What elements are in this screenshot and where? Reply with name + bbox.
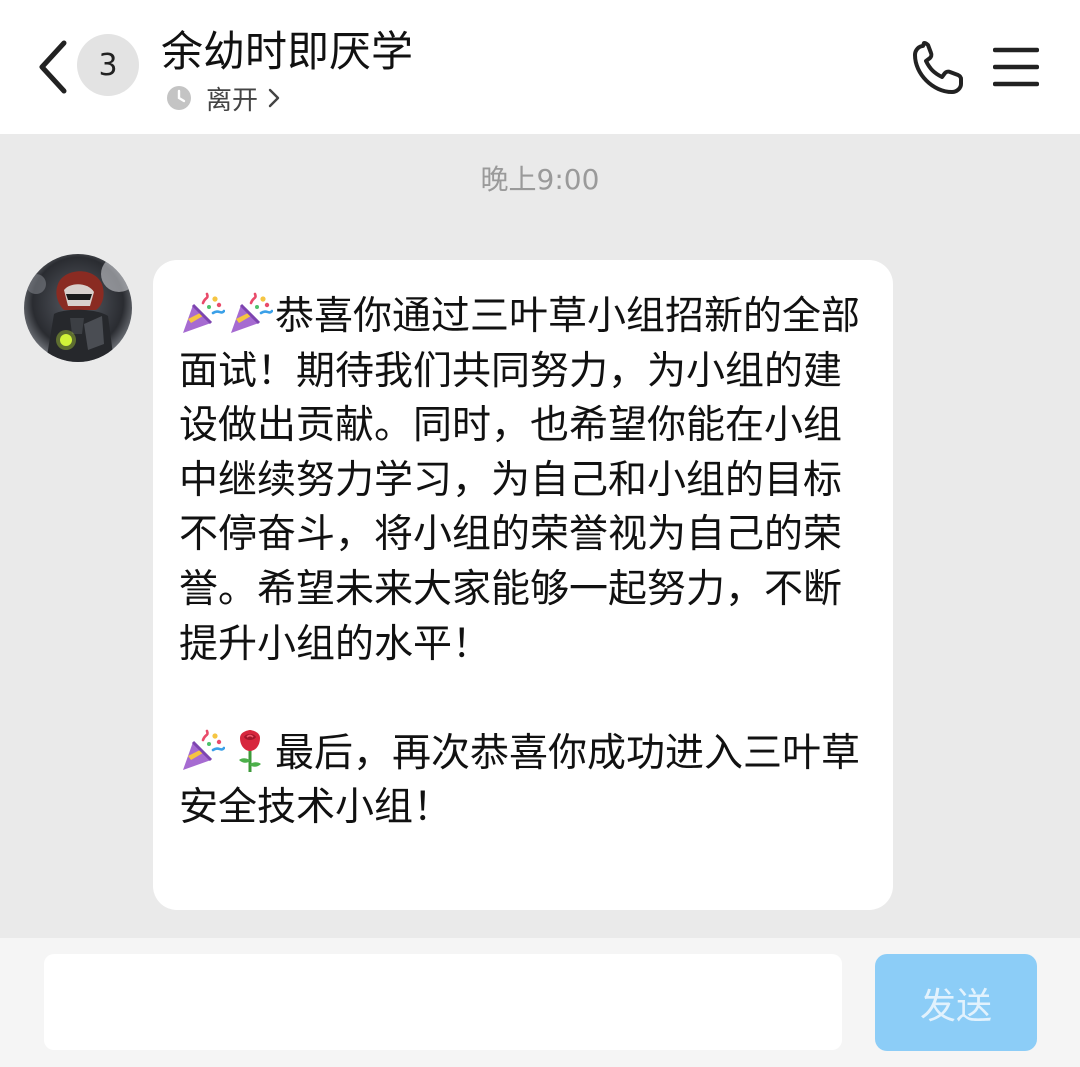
back-button[interactable] — [26, 36, 78, 98]
message-text-1: 恭喜你通过三叶草小组招新的全部面试！期待我们共同努力，为小组的建设做出贡献。同时… — [179, 294, 861, 667]
call-button[interactable] — [906, 38, 970, 100]
unread-count-badge[interactable]: 3 — [77, 34, 139, 96]
menu-button[interactable] — [990, 42, 1042, 92]
rose-emoji — [239, 729, 261, 772]
chevron-right-icon — [268, 88, 280, 108]
chevron-left-icon — [39, 40, 67, 94]
presence-status-label: 离开 — [206, 85, 259, 116]
message-input[interactable] — [44, 954, 842, 1050]
composer-bar: 发送 — [0, 938, 1080, 1067]
message-timestamp: 晚上9:00 — [480, 163, 600, 196]
message-paragraph: 恭喜你通过三叶草小组招新的全部面试！期待我们共同努力，为小组的建设做出贡献。同时… — [179, 290, 873, 672]
chat-title: 余幼时即厌学 — [161, 27, 414, 76]
send-button[interactable]: 发送 — [875, 954, 1037, 1051]
chat-header: 3 余幼时即厌学 离开 — [0, 0, 1080, 134]
party-popper-emoji — [231, 292, 273, 333]
menu-icon — [993, 47, 1039, 87]
presence-status[interactable]: 离开 — [166, 80, 282, 116]
message-text-2: 最后，再次恭喜你成功进入三叶草安全技术小组！ — [179, 730, 861, 831]
avatar[interactable] — [24, 254, 132, 362]
party-popper-emoji — [183, 729, 225, 770]
message-bubble[interactable]: 恭喜你通过三叶草小组招新的全部面试！期待我们共同努力，为小组的建设做出贡献。同时… — [153, 260, 893, 910]
clock-icon — [167, 86, 191, 110]
party-popper-emoji — [183, 292, 225, 333]
phone-icon — [913, 41, 963, 94]
message-paragraph: 最后，再次恭喜你成功进入三叶草安全技术小组！ — [179, 727, 873, 836]
chat-screen: 3 余幼时即厌学 离开 晚上9:00 恭喜你通过三叶草小组招新的全部面试！期待我… — [0, 0, 1080, 1067]
